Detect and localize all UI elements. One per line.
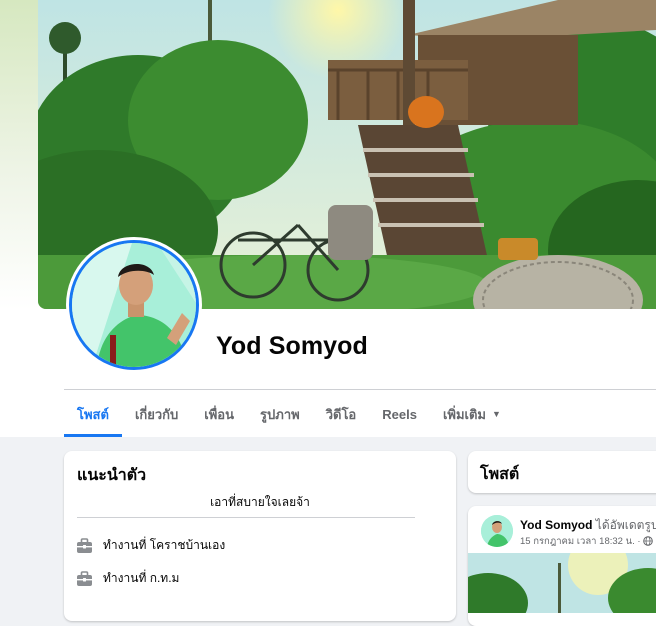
tab-about[interactable]: เกี่ยวกับ: [122, 391, 191, 437]
post-timestamp[interactable]: 15 กรกฎาคม เวลา 18:32 น. ·: [520, 536, 641, 547]
post-author-avatar[interactable]: [481, 515, 513, 547]
post-image[interactable]: [468, 535, 656, 626]
profile-picture[interactable]: [66, 237, 202, 373]
post-header: Yod Somyod ได้อัพเดตรูปโ: [520, 516, 656, 535]
caret-down-icon: ▼: [492, 409, 501, 419]
briefcase-icon: [77, 537, 92, 553]
tab-videos[interactable]: วิดีโอ: [313, 391, 370, 437]
intro-card: แนะนำตัว เอาที่สบายใจเลยจ้า ทำงานที่ โคร…: [64, 451, 456, 621]
profile-tabs: โพสต์ เกี่ยวกับ เพื่อน รูปภาพ วิดีโอ Ree…: [64, 391, 514, 437]
tab-label: วิดีโอ: [325, 406, 357, 422]
tab-label: รูปภาพ: [260, 406, 300, 422]
posts-header-card: โพสต์: [468, 451, 656, 493]
tab-label: โพสต์: [77, 406, 109, 422]
tab-label: เพิ่มเติม: [442, 406, 486, 422]
profile-name: Yod Somyod: [216, 332, 368, 360]
avatar: [69, 240, 199, 370]
avatar-image: [481, 515, 513, 547]
tab-label: เกี่ยวกับ: [134, 406, 179, 422]
post-card: Yod Somyod ได้อัพเดตรูปโ 15 กรกฎาคม เวลา…: [468, 506, 656, 626]
intro-title: แนะนำตัว: [77, 467, 147, 484]
tab-label: Reels: [382, 406, 417, 422]
work-info-item: ทำงานที่ โคราชบ้านเอง: [76, 536, 225, 555]
tab-reels[interactable]: Reels: [369, 391, 430, 437]
globe-icon: [643, 536, 653, 549]
posts-title: โพสต์: [480, 466, 520, 483]
bio-text: เอาที่สบายใจเลยจ้า: [210, 495, 310, 509]
post-action-text: ได้อัพเดตรูปโ: [595, 518, 656, 532]
work-info-item: ทำงานที่ ก.ท.ม: [76, 569, 179, 588]
avatar-image: [72, 243, 196, 367]
tab-friends[interactable]: เพื่อน: [191, 391, 247, 437]
briefcase-icon: [77, 570, 92, 586]
post-meta: 15 กรกฎาคม เวลา 18:32 น. ·: [520, 534, 653, 549]
profile-header: Yod Somyod โพสต์ เกี่ยวกับ เพื่อน รูปภาพ…: [0, 0, 656, 437]
tab-photos[interactable]: รูปภาพ: [247, 391, 313, 437]
tab-posts[interactable]: โพสต์: [64, 391, 122, 437]
post-author-name[interactable]: Yod Somyod: [520, 518, 592, 532]
tab-label: เพื่อน: [204, 406, 235, 422]
work-info-text: ทำงานที่ ก.ท.ม: [103, 571, 180, 585]
tab-more[interactable]: เพิ่มเติม ▼: [430, 391, 514, 437]
header-divider: [64, 389, 656, 390]
bio-divider: [77, 517, 415, 518]
work-info-text: ทำงานที่ โคราชบ้านเอง: [103, 538, 226, 552]
post-image-scene: [468, 535, 656, 626]
